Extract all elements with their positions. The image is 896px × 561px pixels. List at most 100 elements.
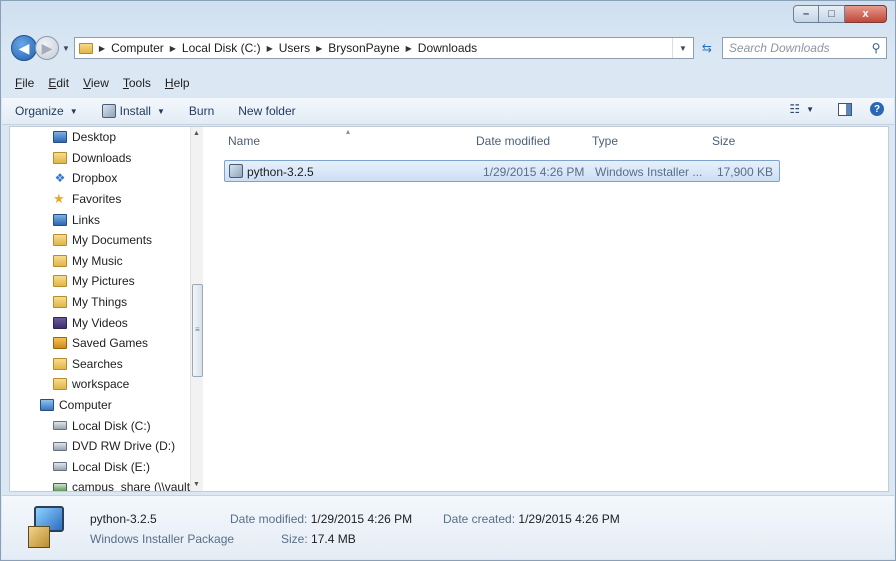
column-header-size[interactable]: Size: [712, 134, 735, 148]
nav-item-local-disk-c[interactable]: Local Disk (C:): [10, 415, 200, 436]
nav-item-my-documents[interactable]: My Documents: [10, 230, 200, 251]
nav-label: Dropbox: [72, 171, 118, 186]
install-button[interactable]: Install ▼: [101, 104, 165, 118]
nav-label: Local Disk (E:): [72, 459, 151, 474]
menu-bar: File Edit View Tools Help: [2, 73, 894, 93]
installer-icon: [101, 104, 116, 118]
menu-tools-rest: ools: [128, 76, 151, 90]
nav-item-campus-share[interactable]: campus_share (\\vault_: [10, 477, 200, 491]
chevron-right-icon[interactable]: ▶: [170, 44, 176, 53]
caption-buttons: – □ x: [793, 5, 887, 23]
menu-help[interactable]: Help: [165, 76, 190, 90]
music-folder-icon: [53, 254, 67, 267]
menu-view[interactable]: View: [83, 76, 109, 90]
search-input[interactable]: Search Downloads ⚲: [721, 37, 887, 59]
nav-item-downloads[interactable]: Downloads: [10, 148, 200, 169]
maximize-button[interactable]: □: [819, 5, 845, 23]
nav-item-dvd-drive[interactable]: DVD RW Drive (D:): [10, 436, 200, 457]
chevron-down-icon: ▼: [156, 106, 165, 116]
nav-item-searches[interactable]: Searches: [10, 354, 200, 375]
scrollbar-thumb[interactable]: ≡: [192, 284, 203, 377]
burn-button[interactable]: Burn: [189, 104, 214, 118]
details-date-created-value: 1/29/2015 4:26 PM: [518, 512, 620, 526]
help-icon[interactable]: ?: [870, 102, 884, 116]
file-list: ▴ Name Date modified Type Size python-3.…: [214, 127, 888, 491]
chevron-right-icon[interactable]: ▶: [267, 44, 273, 53]
details-size-label: Size:: [281, 532, 308, 546]
links-icon: [53, 213, 67, 226]
explorer-window: – □ x ◀ ▶ ▼ ▶ Computer ▶ Local Disk (C:)…: [0, 0, 896, 561]
pictures-folder-icon: [53, 275, 67, 288]
minimize-button[interactable]: –: [793, 5, 819, 23]
menu-tools[interactable]: Tools: [123, 76, 151, 90]
menu-help-rest: elp: [173, 76, 190, 90]
nav-item-computer[interactable]: Computer: [10, 395, 200, 416]
refresh-button[interactable]: ⇆: [696, 37, 718, 59]
dropbox-icon: ❖: [53, 171, 67, 186]
new-folder-label: New folder: [238, 104, 296, 118]
breadcrumb-user[interactable]: BrysonPayne: [328, 41, 399, 55]
menu-view-accelerator: V: [83, 76, 91, 90]
file-row[interactable]: python-3.2.5 1/29/2015 4:26 PM Windows I…: [224, 160, 780, 182]
nav-item-my-music[interactable]: My Music: [10, 251, 200, 272]
search-icon[interactable]: ⚲: [866, 41, 886, 55]
scroll-down-icon[interactable]: ▼: [193, 481, 200, 488]
breadcrumb-local-disk[interactable]: Local Disk (C:): [182, 41, 261, 55]
chevron-right-icon[interactable]: ▶: [316, 44, 322, 53]
organize-button[interactable]: Organize ▼: [15, 104, 78, 118]
details-pane: python-3.2.5 Windows Installer Package D…: [2, 495, 894, 559]
nav-label: Computer: [59, 398, 112, 413]
grip-icon: ≡: [195, 325, 200, 334]
scroll-up-icon[interactable]: ▲: [193, 130, 200, 137]
file-type: Windows Installer ...: [595, 165, 703, 179]
minimize-icon: –: [802, 7, 810, 20]
forward-button[interactable]: ▶: [35, 36, 59, 60]
column-header-name[interactable]: Name: [228, 134, 260, 148]
breadcrumb-users[interactable]: Users: [279, 41, 310, 55]
nav-item-favorites[interactable]: ★ Favorites: [10, 189, 200, 210]
nav-item-my-things[interactable]: My Things: [10, 292, 200, 313]
computer-icon: [40, 399, 54, 412]
menu-file[interactable]: File: [15, 76, 34, 90]
breadcrumb-downloads[interactable]: Downloads: [418, 41, 477, 55]
breadcrumb-computer[interactable]: Computer: [111, 41, 164, 55]
nav-item-workspace[interactable]: workspace: [10, 374, 200, 395]
burn-label: Burn: [188, 104, 215, 118]
folder-icon: [78, 42, 93, 54]
address-bar[interactable]: ▶ Computer ▶ Local Disk (C:) ▶ Users ▶ B…: [73, 37, 694, 59]
address-history-dropdown[interactable]: ▼: [672, 38, 693, 58]
nav-item-my-pictures[interactable]: My Pictures: [10, 271, 200, 292]
nav-item-saved-games[interactable]: Saved Games: [10, 333, 200, 354]
view-options-dropdown[interactable]: ▼: [806, 105, 814, 114]
dvd-drive-icon: [53, 441, 67, 451]
details-date-modified-label: Date modified:: [230, 512, 308, 526]
menu-edit[interactable]: Edit: [48, 76, 69, 90]
preview-pane-icon[interactable]: [838, 102, 852, 116]
menu-view-rest: iew: [90, 76, 109, 90]
nav-item-links[interactable]: Links: [10, 209, 200, 230]
column-header-date-modified[interactable]: Date modified: [476, 134, 550, 148]
nav-item-local-disk-e[interactable]: Local Disk (E:): [10, 457, 200, 478]
nav-label: My Things: [72, 295, 128, 310]
column-header-type[interactable]: Type: [592, 134, 618, 148]
nav-item-my-videos[interactable]: My Videos: [10, 312, 200, 333]
details-date-modified: Date modified: 1/29/2015 4:26 PM: [230, 512, 412, 526]
install-label: Install: [119, 104, 151, 118]
hard-drive-icon: [53, 421, 67, 431]
chevron-right-icon[interactable]: ▶: [99, 44, 105, 53]
close-icon: x: [862, 7, 869, 20]
recent-pages-dropdown[interactable]: ▼: [62, 44, 70, 53]
nav-item-desktop[interactable]: Desktop: [10, 127, 200, 148]
back-button[interactable]: ◀: [11, 35, 37, 61]
nav-pane-scrollbar[interactable]: ▲ ≡ ▼: [190, 127, 203, 491]
change-view-icon[interactable]: ☷: [789, 102, 800, 116]
new-folder-button[interactable]: New folder: [238, 104, 295, 118]
details-size-value: 17.4 MB: [311, 532, 356, 546]
nav-tree: Desktop Downloads ❖ Dropbox ★ Favorites Li…: [10, 127, 200, 491]
details-file-name: python-3.2.5: [90, 512, 157, 526]
chevron-right-icon[interactable]: ▶: [406, 44, 412, 53]
close-button[interactable]: x: [845, 5, 887, 23]
favorites-icon: ★: [53, 191, 65, 207]
nav-item-dropbox[interactable]: ❖ Dropbox: [10, 168, 200, 189]
network-drive-icon: [53, 482, 67, 491]
